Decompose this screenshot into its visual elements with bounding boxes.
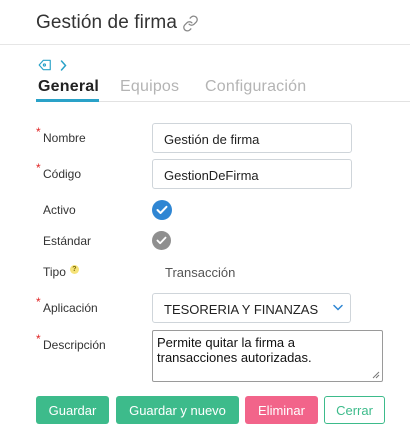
tipo-label-wrap: Tipo? bbox=[43, 265, 79, 279]
aplicacion-selected-value: TESORERIA Y FINANZAS bbox=[164, 302, 319, 317]
aplicacion-select[interactable]: TESORERIA Y FINANZAS bbox=[152, 293, 351, 323]
help-icon[interactable]: ? bbox=[69, 265, 79, 274]
resize-handle[interactable] bbox=[372, 371, 380, 379]
descripcion-text: Permite quitar la firma a transacciones … bbox=[157, 335, 312, 365]
active-tab-indicator bbox=[36, 99, 99, 102]
tipo-value: Transacción bbox=[165, 265, 236, 280]
check-icon bbox=[156, 236, 167, 245]
tag-icon[interactable] bbox=[38, 59, 52, 71]
codigo-label: Código bbox=[43, 167, 82, 181]
required-mark: * bbox=[36, 125, 41, 139]
page-header: Gestión de firma bbox=[36, 12, 199, 34]
estandar-checkbox bbox=[152, 231, 171, 250]
activo-checkbox[interactable] bbox=[152, 200, 172, 220]
descripcion-textarea[interactable]: Permite quitar la firma a transacciones … bbox=[152, 330, 383, 382]
save-button[interactable]: Guardar bbox=[36, 396, 109, 424]
close-button[interactable]: Cerrar bbox=[324, 396, 385, 424]
check-icon bbox=[156, 205, 168, 214]
header-divider bbox=[0, 44, 410, 45]
codigo-input[interactable]: GestionDeFirma bbox=[152, 159, 352, 189]
tipo-label: Tipo bbox=[43, 265, 66, 279]
tab-equipos[interactable]: Equipos bbox=[120, 78, 179, 96]
required-mark: * bbox=[36, 332, 41, 346]
required-mark: * bbox=[36, 161, 41, 175]
required-mark: * bbox=[36, 295, 41, 309]
tab-configuracion[interactable]: Configuración bbox=[205, 78, 306, 96]
nombre-input[interactable]: Gestión de firma bbox=[152, 123, 352, 153]
save-and-new-button[interactable]: Guardar y nuevo bbox=[116, 396, 239, 424]
tab-general[interactable]: General bbox=[38, 78, 99, 96]
link-icon[interactable] bbox=[182, 14, 199, 32]
chevron-right-icon[interactable] bbox=[60, 59, 67, 71]
descripcion-label: Descripción bbox=[43, 338, 106, 352]
nombre-label: Nombre bbox=[43, 131, 86, 145]
chevron-down-icon bbox=[333, 304, 343, 311]
tags-bar bbox=[38, 59, 67, 71]
activo-label: Activo bbox=[43, 203, 76, 217]
page-title: Gestión de firma bbox=[36, 12, 177, 33]
delete-button[interactable]: Eliminar bbox=[245, 396, 318, 424]
estandar-label: Estándar bbox=[43, 234, 92, 248]
aplicacion-label: Aplicación bbox=[43, 301, 98, 315]
